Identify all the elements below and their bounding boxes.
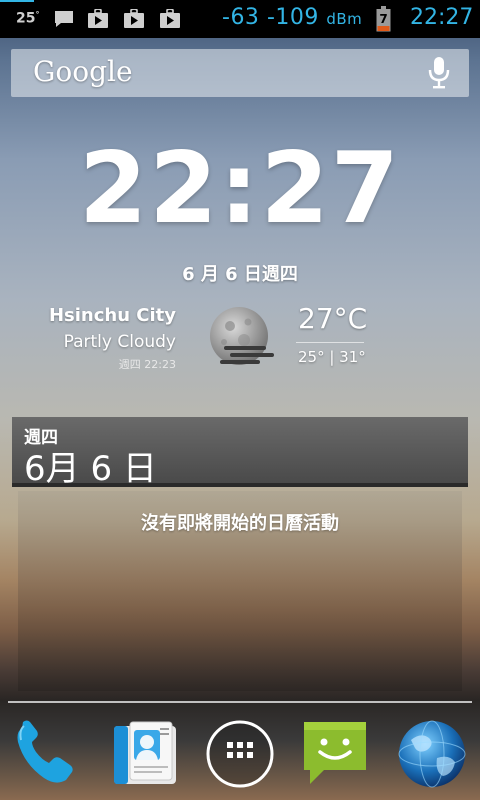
status-bar-indicator — [0, 0, 34, 2]
clock-time[interactable]: 22:27 — [0, 132, 480, 246]
play-store-icon — [88, 9, 108, 28]
status-temperature: 25° — [16, 10, 40, 27]
battery-icon: 7 — [376, 6, 391, 32]
svg-text:7: 7 — [379, 12, 387, 26]
weather-current-temp: 27°C — [298, 302, 368, 335]
phone-icon[interactable] — [8, 718, 78, 790]
messaging-icon[interactable] — [300, 718, 370, 790]
contacts-icon[interactable] — [110, 718, 180, 790]
weather-condition: Partly Cloudy — [63, 332, 176, 352]
calendar-widget-body[interactable]: 沒有即將開始的日曆活動 — [18, 491, 462, 691]
signal-strength: -63 -109 dBm — [222, 5, 363, 30]
calendar-widget-header[interactable]: 週四 6月 6 日 — [12, 417, 468, 489]
weather-temp-range: 25° | 31° — [298, 348, 366, 366]
message-icon — [55, 11, 73, 27]
app-drawer-icon[interactable] — [205, 718, 275, 790]
mic-icon[interactable] — [423, 55, 455, 91]
moon-fog-icon[interactable] — [206, 306, 276, 370]
google-search-bar[interactable]: Google — [11, 49, 469, 97]
weather-city[interactable]: Hsinchu City — [49, 305, 176, 326]
weather-divider — [296, 342, 364, 343]
play-store-icon — [160, 9, 180, 28]
calendar-empty-message: 沒有即將開始的日曆活動 — [141, 513, 339, 534]
browser-icon[interactable] — [397, 718, 467, 790]
calendar-date: 6月 6 日 — [24, 449, 157, 489]
google-logo[interactable]: Google — [33, 55, 133, 88]
dock-divider — [8, 701, 472, 703]
status-bar[interactable]: 25° -63 -109 dBm 7 22:27 — [0, 0, 480, 38]
status-time: 22:27 — [410, 5, 474, 30]
play-store-icon — [124, 9, 144, 28]
weather-updated-time: 週四 22:23 — [118, 358, 176, 371]
clock-date: 6 月 6 日週四 — [182, 264, 298, 285]
